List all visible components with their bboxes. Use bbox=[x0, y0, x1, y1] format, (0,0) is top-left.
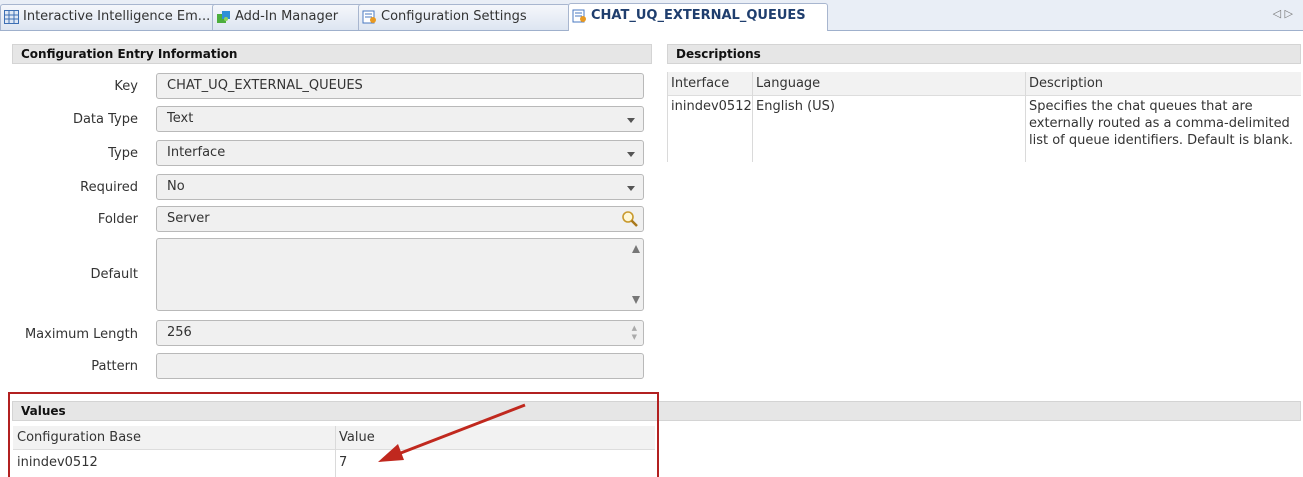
annotation-arrow bbox=[378, 403, 526, 462]
annotation-overlay bbox=[8, 392, 659, 477]
highlight-box bbox=[8, 392, 659, 477]
